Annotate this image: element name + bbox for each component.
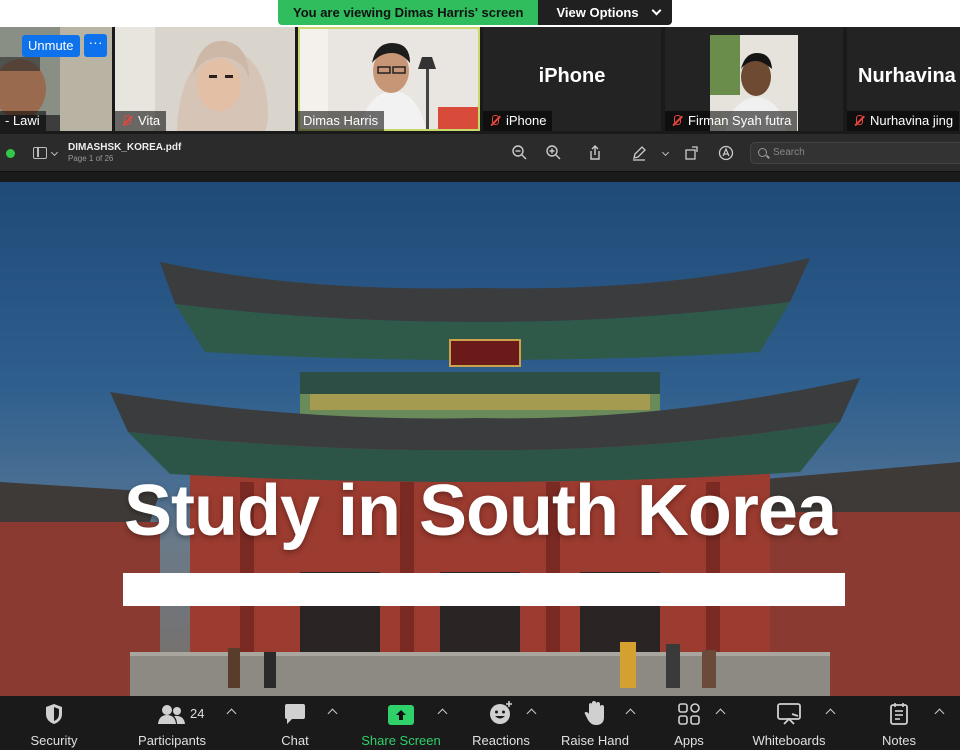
screen-share-banner: You are viewing Dimas Harris' screen Vie… <box>278 0 672 25</box>
hand-icon <box>584 696 606 726</box>
whiteboards-label: Whiteboards <box>752 733 826 748</box>
whiteboards-button[interactable]: Whiteboards <box>746 696 832 750</box>
reactions-button[interactable]: Reactions <box>468 696 534 750</box>
participant-name: Firman Syah futra <box>665 111 798 131</box>
annotate-icon[interactable] <box>717 144 735 162</box>
participants-button[interactable]: Participants <box>128 696 216 750</box>
chevron-up-icon[interactable] <box>327 708 338 719</box>
pdf-viewer-toolbar: DIMASHSK_KOREA.pdf Page 1 of 26 Search <box>0 134 960 172</box>
chat-button[interactable]: Chat <box>270 696 320 750</box>
participant-name-text: Vita <box>138 113 161 128</box>
apps-label: Apps <box>674 733 704 748</box>
participant-tile-vita[interactable]: Vita <box>115 27 295 131</box>
zoom-out-icon[interactable] <box>511 144 529 162</box>
participant-tile-nurhavina[interactable]: Nurhavina j Nurhavina jing <box>847 27 960 131</box>
window-zoom-dot[interactable] <box>6 149 15 158</box>
muted-mic-icon <box>852 114 866 128</box>
raise-hand-button[interactable]: Raise Hand <box>558 696 632 750</box>
zoom-in-icon[interactable] <box>545 144 563 162</box>
search-input[interactable]: Search <box>750 142 960 164</box>
emoji-icon <box>488 696 514 726</box>
participant-tile-dimas-harris[interactable]: Dimas Harris <box>298 27 480 131</box>
security-button[interactable]: Security <box>22 696 86 750</box>
more-options-button[interactable]: ··· <box>84 34 107 57</box>
participant-name-text: Firman Syah futra <box>688 113 792 128</box>
participant-name: iPhone <box>483 111 553 131</box>
notes-icon <box>888 696 910 726</box>
participant-name-text: - Lawi <box>5 113 40 128</box>
slide-subtitle-bar <box>123 573 845 606</box>
reactions-label: Reactions <box>472 733 530 748</box>
unmute-button[interactable]: Unmute <box>22 35 80 57</box>
chevron-down-icon[interactable] <box>661 148 670 157</box>
zoom-meeting-window: You are viewing Dimas Harris' screen Vie… <box>0 0 960 750</box>
shared-slide: Study in South Korea <box>0 182 960 696</box>
view-options-label: View Options <box>556 5 639 20</box>
chat-icon <box>283 696 307 726</box>
page-indicator: Page 1 of 26 <box>68 154 114 163</box>
participant-name: Dimas Harris <box>298 111 385 131</box>
participant-name-text: iPhone <box>506 113 547 128</box>
participant-tile-firman[interactable]: Firman Syah futra <box>665 27 843 131</box>
security-label: Security <box>30 733 78 748</box>
chevron-up-icon[interactable] <box>715 708 726 719</box>
sidebar-icon[interactable] <box>33 147 47 159</box>
palace-gate-photo <box>0 258 960 696</box>
chevron-down-icon[interactable] <box>50 148 59 157</box>
participants-label: Participants <box>138 733 206 748</box>
chevron-up-icon[interactable] <box>226 708 237 719</box>
meeting-controls-toolbar: Security Participants 24 Chat Share Scre… <box>0 696 960 750</box>
share-screen-button[interactable]: Share Screen <box>358 696 444 750</box>
participant-count: 24 <box>190 706 205 721</box>
participant-strip: Unmute ··· - Lawi Vita Dimas Harris iPho… <box>0 27 960 134</box>
participant-name: Nurhavina jing <box>847 111 960 131</box>
participant-name: Vita <box>115 111 167 131</box>
share-screen-label: Share Screen <box>361 733 441 748</box>
chevron-up-icon[interactable] <box>934 708 945 719</box>
shield-icon <box>43 696 65 726</box>
participant-big-name: Nurhavina j <box>858 65 960 87</box>
chat-label: Chat <box>281 733 309 748</box>
participant-name-text: Nurhavina jing <box>870 113 954 128</box>
view-options-button[interactable]: View Options <box>538 0 672 25</box>
share-screen-icon <box>387 696 415 726</box>
participant-name-text: Dimas Harris <box>303 113 379 128</box>
participant-big-name: iPhone <box>538 65 606 87</box>
muted-mic-icon <box>488 114 502 128</box>
apps-button[interactable]: Apps <box>668 696 710 750</box>
participant-tile-self[interactable]: Unmute ··· - Lawi <box>0 27 112 131</box>
slide-title: Study in South Korea <box>123 471 837 551</box>
notes-label: Notes <box>882 733 916 748</box>
notes-button[interactable]: Notes <box>874 696 924 750</box>
rotate-icon[interactable] <box>683 144 701 162</box>
participants-icon <box>157 696 187 726</box>
muted-mic-icon <box>120 114 134 128</box>
slide-gap <box>0 172 960 182</box>
share-icon[interactable] <box>586 144 604 162</box>
raise-hand-label: Raise Hand <box>561 733 629 748</box>
participant-tile-iphone[interactable]: iPhone iPhone <box>483 27 661 131</box>
apps-icon <box>677 696 701 726</box>
chevron-down-icon <box>651 5 662 16</box>
whiteboard-icon <box>776 696 802 726</box>
markup-pen-icon[interactable] <box>630 144 648 162</box>
participant-name: - Lawi <box>0 111 46 131</box>
viewing-screen-message: You are viewing Dimas Harris' screen <box>278 0 539 25</box>
document-title: DIMASHSK_KOREA.pdf <box>68 142 182 153</box>
muted-mic-icon <box>670 114 684 128</box>
